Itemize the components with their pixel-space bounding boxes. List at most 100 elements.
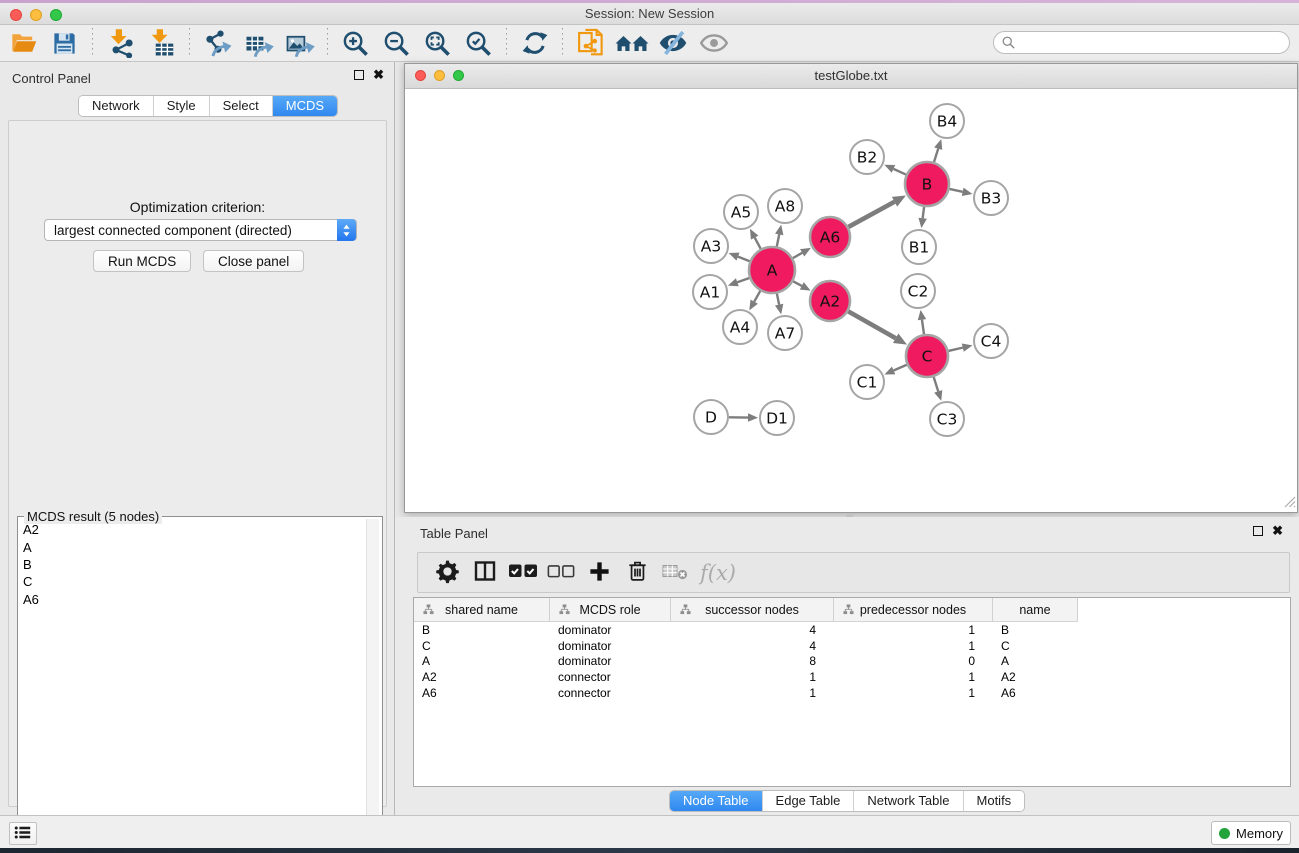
import-table-button[interactable] [141,26,182,60]
graph-edge-B-B3[interactable] [949,188,972,196]
graph-node-B4[interactable]: B4 [930,104,964,138]
result-list-item[interactable]: A [19,538,367,555]
graph-node-A4[interactable]: A4 [723,310,757,344]
table-cell[interactable]: A2 [414,670,550,686]
graph-node-C1[interactable]: C1 [850,365,884,399]
table-cell[interactable]: 4 [671,639,834,655]
graph-edge-A-A6[interactable] [793,248,811,258]
graph-node-D[interactable]: D [694,400,728,434]
table-cell[interactable]: 1 [671,686,834,702]
graph-edge-B-B2[interactable] [884,165,906,175]
refresh-button[interactable] [514,26,555,60]
run-mcds-button[interactable]: Run MCDS [93,250,191,272]
table-row[interactable]: A6connector11A6 [414,686,1290,702]
search-input[interactable] [993,31,1290,54]
tab-mcds[interactable]: MCDS [272,96,337,116]
graph-edge-D-D1[interactable] [729,413,758,421]
column-header-shared-name[interactable]: shared name [414,598,550,622]
minimize-view-button[interactable] [434,70,445,81]
table-cell[interactable]: 1 [834,686,993,702]
graph-node-C[interactable]: C [906,335,948,377]
table-cell[interactable]: dominator [550,639,671,655]
tab-style[interactable]: Style [153,96,209,116]
table-cell[interactable]: A2 [993,670,1078,686]
maximize-window-button[interactable] [50,9,62,21]
float-table-panel-icon[interactable] [1253,526,1263,536]
graph-edge-B-B1[interactable] [918,207,926,228]
graph-edge-A-A4[interactable] [749,291,760,311]
tab-node-table[interactable]: Node Table [670,791,762,811]
trash-button[interactable] [618,556,656,590]
graph-edge-C-C3[interactable] [934,377,943,401]
table-cell[interactable]: 1 [671,670,834,686]
maximize-view-button[interactable] [453,70,464,81]
graph-edge-A-A7[interactable] [775,294,783,315]
result-list-item[interactable]: C [19,573,367,590]
zoom-selected-button[interactable] [458,26,499,60]
table-row[interactable]: Adominator80A [414,654,1290,670]
column-header-name[interactable]: name [993,598,1078,622]
table-row[interactable]: A2connector11A2 [414,670,1290,686]
deselect-all-checks-button[interactable] [542,556,580,590]
table-cell[interactable]: 0 [834,654,993,670]
export-table-button[interactable] [238,26,279,60]
tab-edge-table[interactable]: Edge Table [762,791,854,811]
table-cell[interactable]: 1 [834,639,993,655]
graph-edge-C-C1[interactable] [884,365,906,375]
table-cell[interactable]: A6 [414,686,550,702]
table-cell[interactable]: B [993,623,1078,639]
graph-node-A5[interactable]: A5 [724,195,758,229]
network-window-title-bar[interactable]: testGlobe.txt [405,64,1297,89]
tab-select[interactable]: Select [209,96,272,116]
graph-edge-A-A2[interactable] [793,281,810,290]
delete-table-button[interactable] [656,556,694,590]
tab-network[interactable]: Network [79,96,153,116]
open-file-button[interactable] [3,26,44,60]
table-cell[interactable]: 1 [834,623,993,639]
graph-edge-A-A5[interactable] [750,229,761,249]
result-scrollbar[interactable] [366,519,379,849]
save-session-button[interactable] [44,26,85,60]
houses-button[interactable] [611,26,652,60]
export-image-button[interactable] [279,26,320,60]
gear-button[interactable] [428,556,466,590]
table-cell[interactable]: connector [550,670,671,686]
graph-node-B1[interactable]: B1 [902,230,936,264]
graph-node-A3[interactable]: A3 [694,229,728,263]
graph-edge-C-C4[interactable] [948,343,972,351]
graph-node-B3[interactable]: B3 [974,181,1008,215]
resize-grip-icon[interactable] [1283,495,1296,511]
graph-node-C3[interactable]: C3 [930,402,964,436]
graph-node-A8[interactable]: A8 [768,189,802,223]
tab-network-table[interactable]: Network Table [853,791,962,811]
column-header-successor-nodes[interactable]: successor nodes [671,598,834,622]
eye-slash-button[interactable] [652,26,693,60]
close-panel-icon[interactable]: ✖ [373,70,384,80]
memory-button[interactable]: Memory [1211,821,1291,845]
optimization-criterion-select[interactable]: largest connected component (directed) [44,219,357,241]
table-cell[interactable]: dominator [550,654,671,670]
graph-node-D1[interactable]: D1 [760,401,794,435]
minimize-window-button[interactable] [30,9,42,21]
table-cell[interactable]: B [414,623,550,639]
zoom-fit-button[interactable] [417,26,458,60]
graph-node-A6[interactable]: A6 [810,217,850,257]
result-list-item[interactable]: A2 [19,521,367,538]
graph-edge-A2-C[interactable] [848,311,907,344]
result-list-item[interactable]: A6 [19,591,367,608]
graph-canvas[interactable]: B4B2BB3A5A8A6A3B1AA1C2A2A4A7C4CC1C3DD1 [405,89,1297,512]
select-all-checks-button[interactable] [504,556,542,590]
graph-node-B2[interactable]: B2 [850,140,884,174]
graph-node-C2[interactable]: C2 [901,274,935,308]
table-cell[interactable]: connector [550,686,671,702]
graph-edge-C-C2[interactable] [918,310,926,334]
graph-edge-A-A1[interactable] [728,278,749,286]
column-header-MCDS-role[interactable]: MCDS role [550,598,671,622]
tab-motifs[interactable]: Motifs [963,791,1025,811]
graph-node-A[interactable]: A [749,247,795,293]
table-cell[interactable]: C [993,639,1078,655]
table-cell[interactable]: C [414,639,550,655]
graph-edge-A-A8[interactable] [775,225,783,247]
table-cell[interactable]: 4 [671,623,834,639]
column-header-predecessor-nodes[interactable]: predecessor nodes [834,598,993,622]
